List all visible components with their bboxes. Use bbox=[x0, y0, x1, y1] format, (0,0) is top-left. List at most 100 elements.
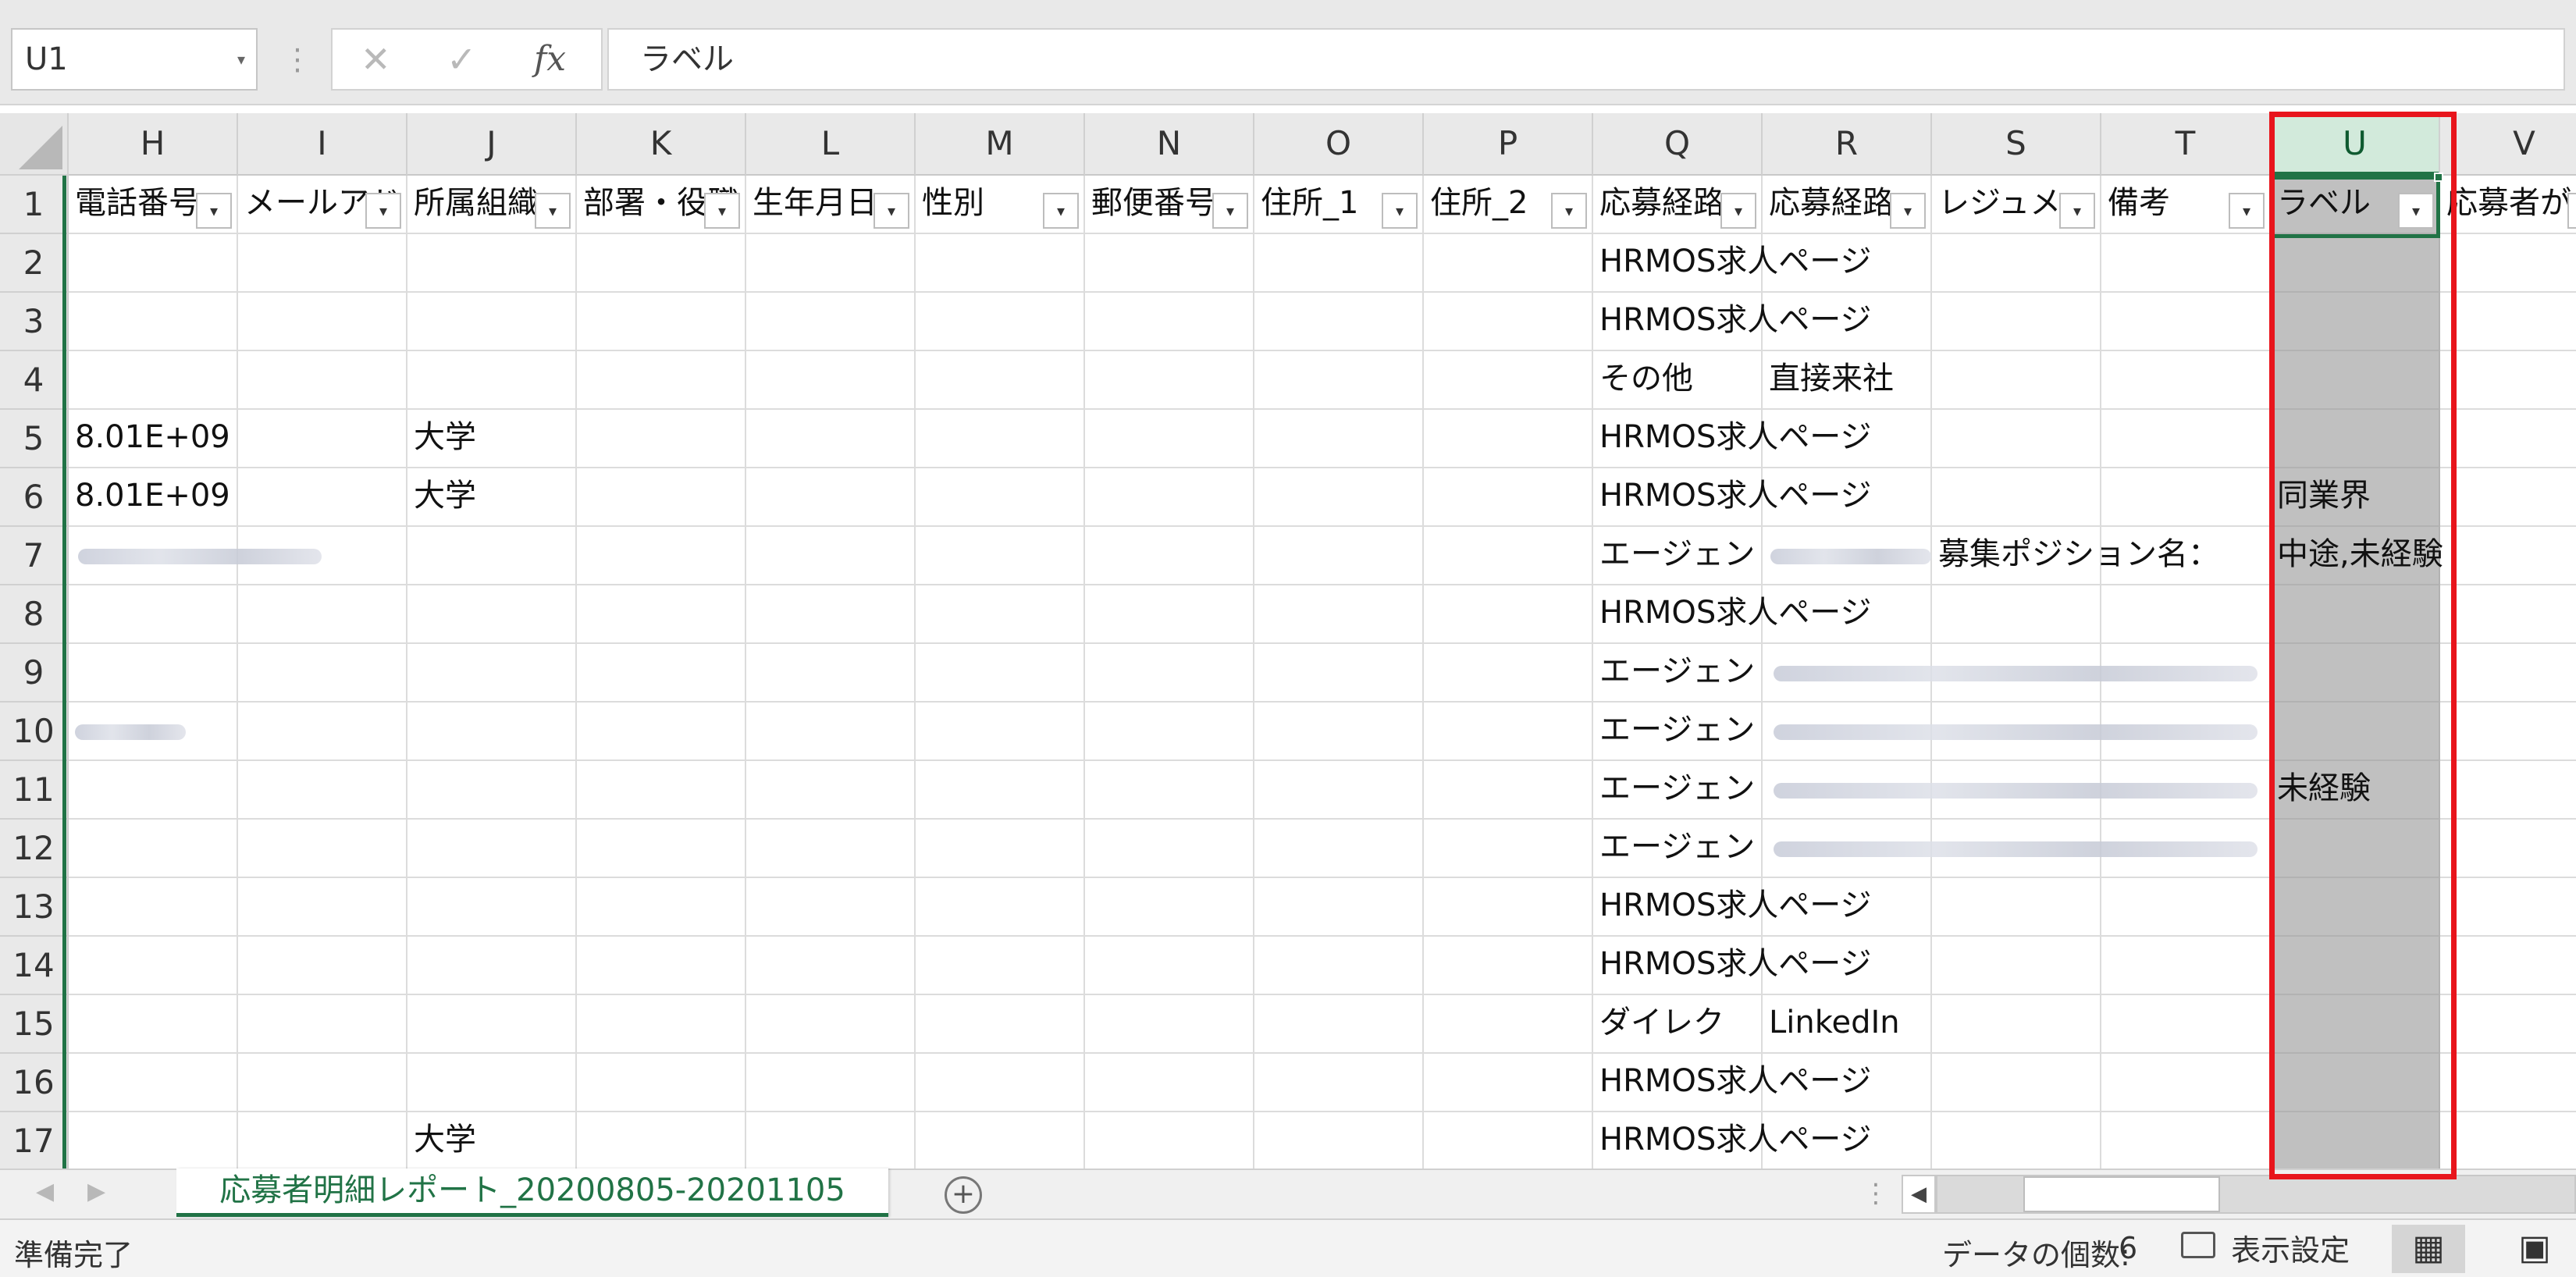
cell-m3[interactable] bbox=[916, 293, 1085, 351]
normal-view-button[interactable]: ▦ bbox=[2392, 1225, 2465, 1273]
cell-q13[interactable]: HRMOS求人ページ bbox=[1593, 878, 1871, 937]
cell-j4[interactable] bbox=[407, 351, 577, 410]
cell-n13[interactable] bbox=[1085, 878, 1254, 937]
row-header-12[interactable]: 12 bbox=[0, 820, 69, 878]
cell-i3[interactable] bbox=[238, 293, 407, 351]
cell-i17[interactable] bbox=[238, 1112, 407, 1169]
cell-q7[interactable]: エージェン bbox=[1593, 527, 1763, 585]
cell-i16[interactable] bbox=[238, 1054, 407, 1112]
cell-m9[interactable] bbox=[916, 644, 1085, 703]
cell-v3[interactable] bbox=[2440, 293, 2576, 351]
cell-t13[interactable] bbox=[2101, 878, 2271, 937]
cell-n4[interactable] bbox=[1085, 351, 1254, 410]
cell-o7[interactable] bbox=[1254, 527, 1424, 585]
cell-t5[interactable] bbox=[2101, 410, 2271, 468]
cell-n11[interactable] bbox=[1085, 761, 1254, 820]
cell-p9[interactable] bbox=[1424, 644, 1593, 703]
cell-p4[interactable] bbox=[1424, 351, 1593, 410]
cell-m5[interactable] bbox=[916, 410, 1085, 468]
cell-n2[interactable] bbox=[1085, 234, 1254, 293]
cell-h5[interactable]: 8.01E+09 bbox=[69, 410, 238, 468]
cell-k14[interactable] bbox=[577, 937, 746, 995]
cell-r1[interactable]: 応募経路 ▾ bbox=[1763, 176, 1932, 234]
cell-o3[interactable] bbox=[1254, 293, 1424, 351]
cell-p10[interactable] bbox=[1424, 703, 1593, 761]
insert-function-icon[interactable]: fx bbox=[534, 37, 566, 81]
cell-m17[interactable] bbox=[916, 1112, 1085, 1169]
cell-j14[interactable] bbox=[407, 937, 577, 995]
add-sheet-button[interactable]: + bbox=[945, 1176, 982, 1214]
cell-s7[interactable]: 募集ポジション名： bbox=[1932, 527, 2219, 585]
cell-v13[interactable] bbox=[2440, 878, 2576, 937]
cell-p8[interactable] bbox=[1424, 585, 1593, 644]
cell-l12[interactable] bbox=[746, 820, 916, 878]
cell-l17[interactable] bbox=[746, 1112, 916, 1169]
cell-l10[interactable] bbox=[746, 703, 916, 761]
cell-o14[interactable] bbox=[1254, 937, 1424, 995]
cell-j2[interactable] bbox=[407, 234, 577, 293]
cell-s2[interactable] bbox=[1932, 234, 2101, 293]
cell-i13[interactable] bbox=[238, 878, 407, 937]
column-header-p[interactable]: P bbox=[1424, 113, 1593, 176]
cell-l2[interactable] bbox=[746, 234, 916, 293]
cell-m11[interactable] bbox=[916, 761, 1085, 820]
column-header-s[interactable]: S bbox=[1932, 113, 2101, 176]
cell-k17[interactable] bbox=[577, 1112, 746, 1169]
cell-v15[interactable] bbox=[2440, 995, 2576, 1054]
cell-t17[interactable] bbox=[2101, 1112, 2271, 1169]
cell-n9[interactable] bbox=[1085, 644, 1254, 703]
cell-q6[interactable]: HRMOS求人ページ bbox=[1593, 468, 1871, 527]
cell-s1[interactable]: レジュメ ▾ bbox=[1932, 176, 2101, 234]
cell-o16[interactable] bbox=[1254, 1054, 1424, 1112]
cell-j8[interactable] bbox=[407, 585, 577, 644]
filter-dropdown-icon[interactable]: ▾ bbox=[1043, 193, 1079, 229]
cell-k15[interactable] bbox=[577, 995, 746, 1054]
cell-j9[interactable] bbox=[407, 644, 577, 703]
cell-h8[interactable] bbox=[69, 585, 238, 644]
cell-h14[interactable] bbox=[69, 937, 238, 995]
row-header-1[interactable]: 1 bbox=[0, 176, 69, 234]
cell-i10[interactable] bbox=[238, 703, 407, 761]
cell-m14[interactable] bbox=[916, 937, 1085, 995]
cell-m7[interactable] bbox=[916, 527, 1085, 585]
row-header-14[interactable]: 14 bbox=[0, 937, 69, 995]
column-header-q[interactable]: Q bbox=[1593, 113, 1763, 176]
cell-v1[interactable]: 応募者が▾ bbox=[2440, 176, 2576, 234]
row-header-7[interactable]: 7 bbox=[0, 527, 69, 585]
filter-dropdown-icon[interactable]: ▾ bbox=[1212, 193, 1248, 229]
filter-dropdown-icon[interactable]: ▾ bbox=[365, 193, 401, 229]
cell-l14[interactable] bbox=[746, 937, 916, 995]
column-header-m[interactable]: M bbox=[916, 113, 1085, 176]
cell-h15[interactable] bbox=[69, 995, 238, 1054]
cell-p15[interactable] bbox=[1424, 995, 1593, 1054]
cell-n15[interactable] bbox=[1085, 995, 1254, 1054]
cell-l16[interactable] bbox=[746, 1054, 916, 1112]
filter-dropdown-icon[interactable]: ▾ bbox=[196, 193, 232, 229]
check-icon[interactable]: ✓ bbox=[447, 37, 477, 81]
cell-k4[interactable] bbox=[577, 351, 746, 410]
cell-l1[interactable]: 生年月日 ▾ bbox=[746, 176, 916, 234]
cell-v8[interactable] bbox=[2440, 585, 2576, 644]
cell-v10[interactable] bbox=[2440, 703, 2576, 761]
scroll-left-button[interactable]: ◀ bbox=[1902, 1175, 1936, 1214]
cell-n10[interactable] bbox=[1085, 703, 1254, 761]
cell-k12[interactable] bbox=[577, 820, 746, 878]
cell-s8[interactable] bbox=[1932, 585, 2101, 644]
cell-q11[interactable]: エージェン bbox=[1593, 761, 1763, 820]
cell-p17[interactable] bbox=[1424, 1112, 1593, 1169]
cell-n17[interactable] bbox=[1085, 1112, 1254, 1169]
cell-o13[interactable] bbox=[1254, 878, 1424, 937]
cell-o4[interactable] bbox=[1254, 351, 1424, 410]
cell-s17[interactable] bbox=[1932, 1112, 2101, 1169]
cell-q2[interactable]: HRMOS求人ページ bbox=[1593, 234, 1871, 293]
cell-p1[interactable]: 住所_2 ▾ bbox=[1424, 176, 1593, 234]
cell-i8[interactable] bbox=[238, 585, 407, 644]
cell-r4[interactable]: 直接来社 bbox=[1763, 351, 1932, 410]
cell-l7[interactable] bbox=[746, 527, 916, 585]
cell-t14[interactable] bbox=[2101, 937, 2271, 995]
cell-s15[interactable] bbox=[1932, 995, 2101, 1054]
cell-k1[interactable]: 部署・役職 ▾ bbox=[577, 176, 746, 234]
filter-dropdown-icon[interactable]: ▾ bbox=[1551, 193, 1587, 229]
filter-dropdown-icon[interactable]: ▾ bbox=[873, 193, 909, 229]
cell-o17[interactable] bbox=[1254, 1112, 1424, 1169]
